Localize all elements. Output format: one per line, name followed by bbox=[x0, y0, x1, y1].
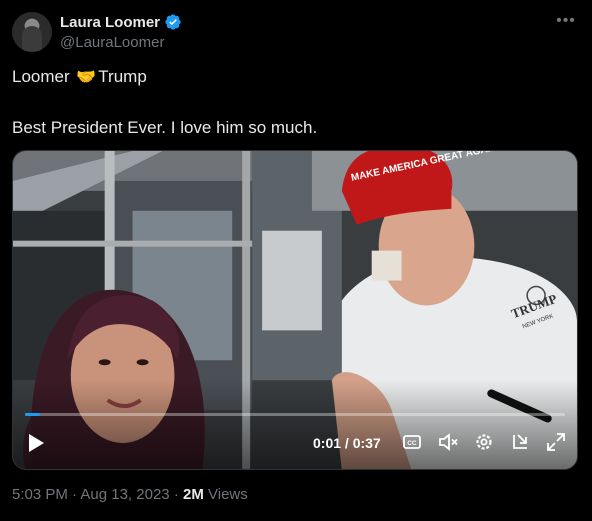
fullscreen-icon[interactable] bbox=[545, 431, 567, 453]
video-time: 0:01 / 0:37 bbox=[313, 435, 381, 451]
handshake-emoji: 🤝 bbox=[76, 69, 97, 86]
tweet-date[interactable]: Aug 13, 2023 bbox=[80, 486, 169, 503]
video-progress-fill bbox=[25, 413, 40, 416]
settings-icon[interactable] bbox=[473, 431, 495, 453]
profile-avatar[interactable] bbox=[12, 12, 52, 52]
captions-icon[interactable]: CC bbox=[401, 431, 423, 453]
tweet-text-line-2: Best President Ever. I love him so much. bbox=[12, 118, 318, 137]
views-count: 2M bbox=[182, 486, 204, 503]
user-handle[interactable]: @LauraLoomer bbox=[60, 34, 164, 51]
video-player[interactable]: MAKE AMERICA GREAT AGAIN TRUMP NEW YORK … bbox=[12, 150, 578, 470]
share-icon[interactable] bbox=[509, 431, 531, 453]
meta-separator: · bbox=[173, 486, 179, 503]
tweet-time[interactable]: 5:03 PM bbox=[12, 486, 68, 503]
mute-icon[interactable] bbox=[437, 431, 459, 453]
video-controls: 0:01 / 0:37 CC bbox=[13, 417, 577, 469]
play-icon[interactable] bbox=[27, 433, 45, 453]
tweet-word-loomer: Loomer bbox=[12, 67, 70, 86]
tweet-meta: 5:03 PM · Aug 13, 2023 · 2M Views bbox=[12, 486, 248, 503]
more-options-icon[interactable]: ••• bbox=[554, 12, 578, 34]
name-row: Laura Loomer bbox=[60, 13, 182, 31]
tweet-text-line-1: Loomer 🤝 Trump bbox=[12, 67, 147, 87]
meta-separator: · bbox=[72, 486, 78, 503]
views-label: Views bbox=[208, 486, 248, 503]
tweet-header: Laura Loomer @LauraLoomer ••• bbox=[12, 12, 580, 54]
tweet-word-trump: Trump bbox=[98, 67, 147, 86]
verified-badge-icon bbox=[165, 14, 181, 30]
video-progress-bar[interactable] bbox=[25, 413, 565, 416]
display-name[interactable]: Laura Loomer bbox=[60, 14, 160, 31]
svg-text:CC: CC bbox=[407, 440, 417, 447]
